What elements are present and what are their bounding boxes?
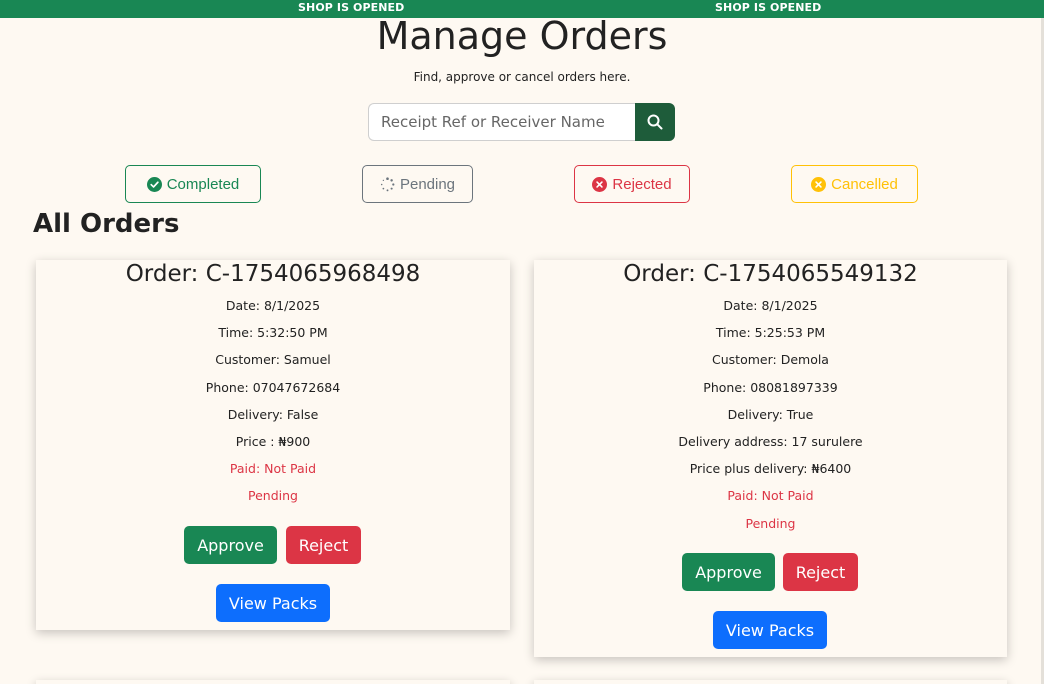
order-title: Order: C-1754065549132 [623, 261, 918, 287]
order-price: Price plus delivery: ₦6400 [689, 461, 852, 476]
order-customer: Customer: Demola [712, 352, 829, 367]
filter-rejected-button[interactable]: Rejected [574, 165, 690, 203]
order-title: Order: C-1754065968498 [125, 261, 421, 287]
spinner-icon [380, 176, 395, 191]
page-title: Manage Orders [376, 14, 668, 58]
page: SHOP IS OPENED SHOP IS OPENED Manage Ord… [0, 0, 1044, 684]
order-customer: Customer: Samuel [215, 352, 331, 367]
order-card [534, 680, 1007, 684]
order-delivery: Delivery: False [227, 407, 319, 422]
order-price: Price : ₦900 [235, 434, 311, 449]
order-time: Time: 5:25:53 PM [715, 325, 826, 340]
filter-cancelled-button[interactable]: Cancelled [791, 165, 918, 203]
check-circle-icon [146, 176, 162, 192]
search-input[interactable] [368, 103, 636, 141]
order-status: Pending [745, 516, 796, 531]
order-paid-status: Paid: Not Paid [229, 461, 317, 476]
order-phone: Phone: 07047672684 [205, 380, 341, 395]
reject-button[interactable]: Reject [783, 553, 858, 591]
filter-pending-button[interactable]: Pending [362, 165, 473, 203]
order-date: Date: 8/1/2025 [723, 298, 818, 313]
reject-button[interactable]: Reject [286, 526, 361, 564]
section-title: All Orders [33, 209, 180, 239]
search-button[interactable] [635, 103, 675, 141]
page-subtitle: Find, approve or cancel orders here. [413, 70, 631, 84]
approve-button[interactable]: Approve [682, 553, 775, 591]
order-card [36, 680, 510, 684]
order-time: Time: 5:32:50 PM [218, 325, 328, 340]
order-delivery-address: Delivery address: 17 surulere [678, 434, 863, 449]
approve-button[interactable]: Approve [184, 526, 277, 564]
filter-completed-button[interactable]: Completed [125, 165, 261, 203]
order-date: Date: 8/1/2025 [225, 298, 321, 313]
filter-label: Cancelled [831, 175, 898, 193]
order-delivery: Delivery: True [727, 407, 814, 422]
filter-label: Completed [166, 175, 240, 193]
search-icon [647, 114, 663, 130]
order-card: Order: C-1754065549132 Date: 8/1/2025 Ti… [534, 260, 1007, 657]
search-bar [368, 103, 675, 141]
x-circle-icon [811, 176, 827, 192]
view-packs-button[interactable]: View Packs [216, 584, 330, 622]
view-packs-button[interactable]: View Packs [713, 611, 827, 649]
shop-status-text: SHOP IS OPENED [715, 1, 822, 14]
order-card: Order: C-1754065968498 Date: 8/1/2025 Ti… [36, 260, 510, 630]
x-circle-icon [592, 176, 608, 192]
filter-label: Pending [399, 175, 456, 193]
order-status: Pending [248, 488, 298, 503]
order-paid-status: Paid: Not Paid [727, 488, 814, 503]
filter-label: Rejected [612, 175, 672, 193]
order-phone: Phone: 08081897339 [703, 380, 838, 395]
shop-status-text: SHOP IS OPENED [298, 1, 405, 14]
